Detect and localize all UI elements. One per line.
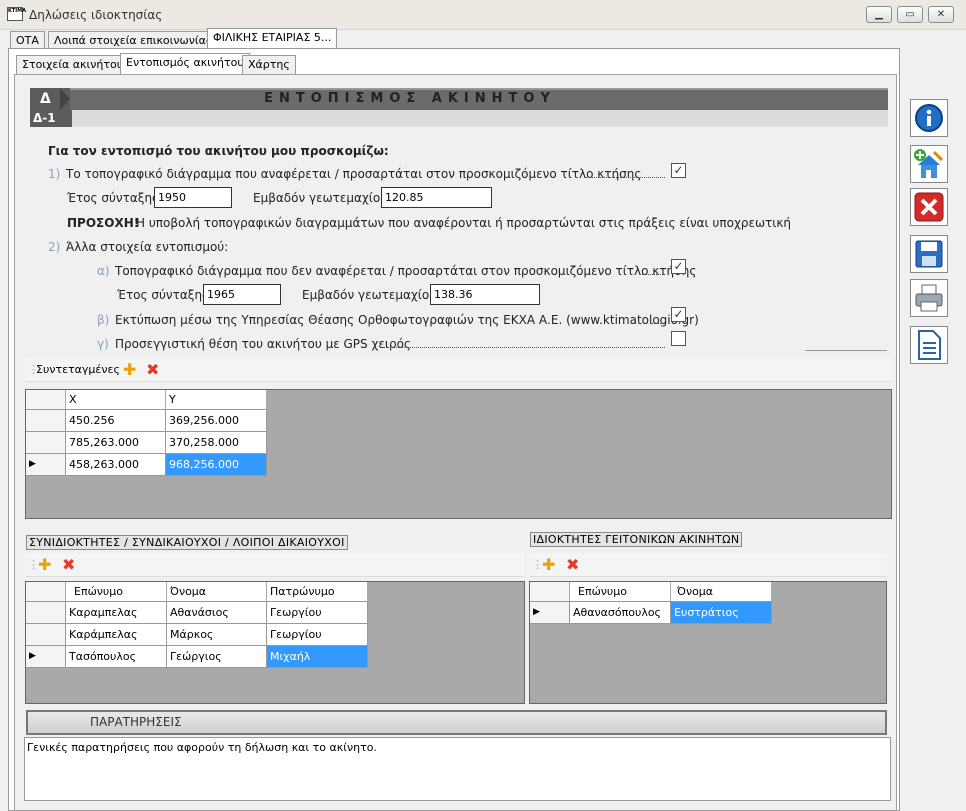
row-pointer-icon[interactable]: ▶ xyxy=(26,646,66,668)
owner-name-cell[interactable]: Γεώργιος xyxy=(167,646,267,668)
coords-header-y[interactable]: Y xyxy=(166,390,267,410)
area-label-2: Εμβαδόν γεωτεμαχίου xyxy=(302,288,437,302)
coord-y-cell[interactable]: 369,256.000 xyxy=(166,410,267,432)
item1-label: Το τοπογραφικό διάγραμμα που αναφέρεται … xyxy=(66,167,642,181)
item-c-checkbox[interactable] xyxy=(671,331,686,346)
year-field-2[interactable]: 1965 xyxy=(203,284,281,305)
owner-patronymic-cell-selected[interactable]: Μιχαήλ xyxy=(267,646,368,668)
item-a-checkbox[interactable] xyxy=(671,259,686,274)
owner-name-cell[interactable]: Μάρκος xyxy=(167,624,267,646)
restore-button[interactable]: ▭ xyxy=(897,6,923,23)
add-property-button[interactable] xyxy=(910,145,948,183)
minimize-button[interactable]: ▁ xyxy=(866,6,892,23)
section-letter: Δ xyxy=(40,91,51,107)
add-owner-icon[interactable]: ✚ xyxy=(38,557,51,573)
add-property-icon xyxy=(914,149,944,178)
owners-toolbar xyxy=(25,553,524,577)
save-button[interactable] xyxy=(910,235,948,273)
add-neighbor-icon[interactable]: ✚ xyxy=(542,557,555,573)
remove-neighbor-icon[interactable]: ✖ xyxy=(566,557,579,573)
neighbor-name-cell-selected[interactable]: Ευστράτιος xyxy=(671,602,772,624)
item1-number: 1) xyxy=(48,167,61,181)
coords-header-x[interactable]: X xyxy=(66,390,166,410)
item2-number: 2) xyxy=(48,240,61,254)
warning-text: Η υποβολή τοπογραφικών διαγραμμάτων που … xyxy=(136,216,791,230)
window-title: Δηλώσεις ιδιοκτησίας xyxy=(29,8,163,22)
neighbors-toolbar xyxy=(529,553,887,577)
item2-label: Άλλα στοιχεία εντοπισμού: xyxy=(66,240,229,254)
remarks-header: ΠΑΡΑΤΗΡΗΣΕΙΣ xyxy=(26,710,887,735)
neighbors-title: ΙΔΙΟΚΤΗΤΕΣ ΓΕΙΤΟΝΙΚΩΝ ΑΚΙΝΗΤΩΝ xyxy=(530,532,743,547)
owners-title: ΣΥΝΙΔΙΟΚΤΗΤΕΣ / ΣΥΝΔΙΚΑΙΟΥΧΟΙ / ΛΟΙΠΟΙ Δ… xyxy=(26,535,348,550)
item-c-label: Προσεγγιστική θέση του ακινήτου με GPS χ… xyxy=(115,337,411,351)
coords-label: Συντεταγμένες xyxy=(36,363,120,376)
row-pointer-icon[interactable]: ▶ xyxy=(26,454,66,476)
close-button[interactable]: ✕ xyxy=(928,6,954,23)
print-button[interactable] xyxy=(910,279,948,317)
item-b-label: Εκτύπωση μέσω της Υπηρεσίας Θέασης Ορθοφ… xyxy=(115,313,699,327)
remove-owner-icon[interactable]: ✖ xyxy=(62,557,75,573)
neighbors-header-name[interactable]: Όνομα xyxy=(671,582,772,602)
remarks-textarea[interactable]: Γενικές παρατηρήσεις που αφορούν τη δήλω… xyxy=(24,737,891,801)
area-field-1[interactable]: 120.85 xyxy=(381,187,492,208)
owners-header-name[interactable]: Όνομα xyxy=(167,582,267,602)
item-a-number: α) xyxy=(97,264,110,278)
item-a-label: Τοπογραφικό διάγραμμα που δεν αναφέρεται… xyxy=(115,264,697,278)
item-b-checkbox[interactable] xyxy=(671,307,686,322)
subsection-bar: Δ-1 xyxy=(30,110,888,127)
coord-y-cell-selected[interactable]: 968,256.000 xyxy=(166,454,267,476)
print-icon xyxy=(915,284,943,312)
owner-patronymic-cell[interactable]: Γεωργίου xyxy=(267,602,368,624)
neighbors-header-surname[interactable]: Επώνυμο xyxy=(570,582,671,602)
coord-x-cell[interactable]: 458,263.000 xyxy=(66,454,166,476)
delete-button[interactable] xyxy=(910,188,948,226)
tab-map[interactable]: Χάρτης xyxy=(242,55,296,75)
year-label-2: Έτος σύνταξης xyxy=(117,288,210,302)
save-icon xyxy=(915,240,943,268)
section-arrow xyxy=(60,88,70,110)
neighbor-surname-cell[interactable]: Αθανασόπουλος xyxy=(570,602,671,624)
item-c-number: γ) xyxy=(97,337,109,351)
info-button[interactable] xyxy=(910,99,948,137)
owners-header-patronymic[interactable]: Πατρώνυμο xyxy=(267,582,368,602)
item-b-number: β) xyxy=(97,313,110,327)
warning-bold: ΠΡΟΣΟΧΗ! xyxy=(67,216,140,230)
subsection-label: Δ-1 xyxy=(30,110,72,127)
tab-property-info[interactable]: Στοιχεία ακινήτου xyxy=(16,55,130,75)
year-field-1[interactable]: 1950 xyxy=(154,187,232,208)
tab-property-address[interactable]: ΦΙΛΙΚΗΣ ΕΤΑΙΡΙΑΣ 5... xyxy=(207,28,338,50)
tab-property-location[interactable]: Εντοπισμός ακινήτου xyxy=(120,53,250,75)
owner-surname-cell[interactable]: Τασόπουλος xyxy=(66,646,167,668)
info-icon xyxy=(915,104,943,132)
area-field-2[interactable]: 138.36 xyxy=(430,284,540,305)
section-title: ΕΝΤΟΠΙΣΜΟΣ ΑΚΙΝΗΤΟΥ xyxy=(264,91,556,106)
document-button[interactable] xyxy=(910,326,948,364)
item1-checkbox[interactable] xyxy=(671,163,686,178)
remove-coord-icon[interactable]: ✖ xyxy=(146,362,159,378)
year-label-1: Έτος σύνταξης xyxy=(67,191,160,205)
owner-patronymic-cell[interactable]: Γεωργίου xyxy=(267,624,368,646)
app-icon: KTIMA xyxy=(7,7,26,21)
owner-surname-cell[interactable]: Καραμπελας xyxy=(66,602,167,624)
owner-surname-cell[interactable]: Καράμπελας xyxy=(66,624,167,646)
coord-x-cell[interactable]: 785,263.000 xyxy=(66,432,166,454)
delete-icon xyxy=(914,192,944,222)
owners-header-surname[interactable]: Επώνυμο xyxy=(66,582,167,602)
add-coord-icon[interactable]: ✚ xyxy=(123,362,136,378)
owner-name-cell[interactable]: Αθανάσιος xyxy=(167,602,267,624)
document-icon xyxy=(918,330,941,360)
area-label-1: Εμβαδόν γεωτεμαχίου xyxy=(253,191,388,205)
form-heading: Για τον εντοπισμό του ακινήτου μου προσκ… xyxy=(48,144,389,158)
coord-x-cell[interactable]: 450.256 xyxy=(66,410,166,432)
coord-y-cell[interactable]: 370,258.000 xyxy=(166,432,267,454)
row-pointer-icon[interactable]: ▶ xyxy=(530,602,570,624)
